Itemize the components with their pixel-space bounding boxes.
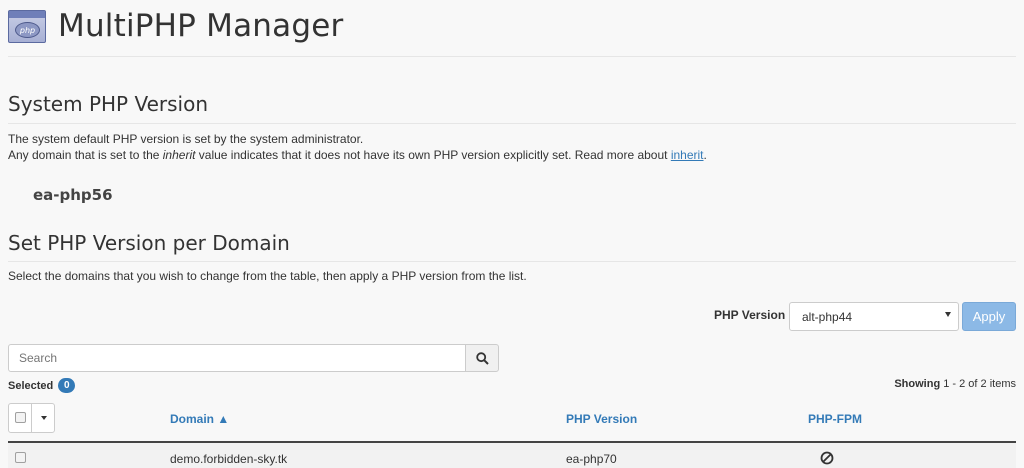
select-all-checkbox-wrap[interactable] [9, 404, 31, 432]
column-header-php-fpm[interactable]: PHP-FPM [808, 412, 862, 426]
system-section-divider [8, 123, 1016, 124]
select-all-control [8, 403, 55, 433]
inherit-em: inherit [162, 148, 196, 162]
php-icon: php [8, 9, 46, 43]
table-row [8, 443, 1016, 468]
column-header-domain[interactable]: Domain ▲ [170, 412, 229, 426]
selected-text: Selected [8, 379, 54, 392]
line2-middle: value indicates that it does not have it… [195, 148, 671, 162]
chevron-down-icon [945, 312, 951, 317]
select-options-dropdown[interactable] [31, 404, 54, 432]
page-title: MultiPHP Manager [58, 8, 344, 44]
php-version-label: PHP Version [714, 308, 786, 322]
php-logo: php [15, 21, 40, 38]
row-domain: demo.forbidden-sky.tk [170, 452, 288, 466]
column-header-php-version[interactable]: PHP Version [566, 412, 637, 426]
search-icon [476, 352, 489, 365]
page-header: php MultiPHP Manager [8, 6, 343, 46]
system-php-title: System PHP Version [8, 92, 208, 116]
disabled-icon [820, 451, 834, 465]
header-divider [8, 56, 1016, 57]
domain-section-description: Select the domains that you wish to chan… [8, 269, 527, 283]
line2-suffix: . [703, 148, 707, 162]
php-version-select[interactable]: alt-php44 [789, 302, 959, 331]
showing-range: 1 - 2 of 2 items [943, 378, 1016, 390]
system-php-version-value: ea-php56 [33, 186, 113, 204]
row-php-version: ea-php70 [566, 452, 617, 466]
showing-summary: Showing 1 - 2 of 2 items [894, 378, 1016, 390]
row-checkbox[interactable] [15, 452, 26, 463]
multiphp-manager-page: php MultiPHP Manager System PHP Version … [0, 0, 1024, 468]
inherit-link[interactable]: inherit [671, 148, 704, 162]
apply-button[interactable]: Apply [962, 302, 1016, 331]
icon-title-bar [9, 10, 45, 18]
chevron-down-icon [41, 416, 48, 420]
search-input[interactable] [8, 344, 466, 372]
domain-section-title: Set PHP Version per Domain [8, 231, 290, 255]
system-description-line2: Any domain that is set to the inherit va… [8, 147, 707, 163]
selected-count-badge: 0 [58, 378, 76, 393]
select-all-checkbox[interactable] [15, 412, 26, 423]
line2-prefix: Any domain that is set to the [8, 148, 163, 162]
system-description-line1: The system default PHP version is set by… [8, 132, 364, 146]
selected-count-label: Selected 0 [8, 378, 76, 393]
selected-version-text: alt-php44 [802, 310, 853, 324]
search-button[interactable] [465, 344, 499, 372]
domain-section-divider [8, 261, 1016, 262]
showing-label: Showing [894, 378, 941, 390]
